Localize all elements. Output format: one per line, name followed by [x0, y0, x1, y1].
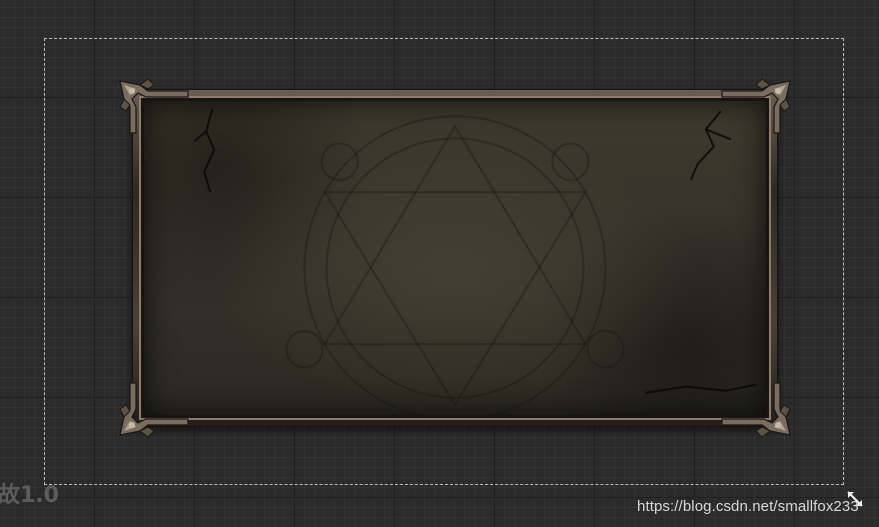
watermark-url: https://blog.csdn.net/smallfox233 — [637, 498, 859, 515]
canvas-ghost-text: 故1.0 — [0, 483, 59, 508]
panel-inner-border — [139, 96, 771, 420]
arcane-circle-pattern — [193, 108, 757, 415]
ornate-corner-icon — [720, 77, 792, 137]
ornate-corner-icon — [118, 379, 190, 439]
panel-frame — [132, 89, 778, 427]
ornate-corner-icon — [118, 77, 190, 137]
resize-diagonal-icon[interactable] — [845, 489, 865, 509]
ornate-stone-panel[interactable] — [119, 78, 791, 438]
ornate-corner-icon — [720, 379, 792, 439]
stone-texture — [144, 101, 766, 415]
